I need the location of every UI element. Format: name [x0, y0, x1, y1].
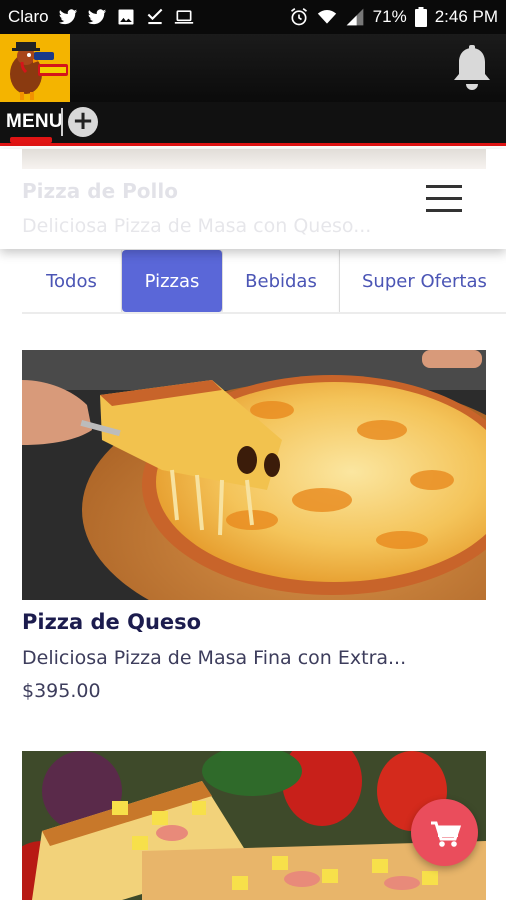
product-image[interactable] [22, 350, 486, 600]
sticky-product-title: Pizza de Pollo [22, 179, 178, 203]
alarm-icon [290, 8, 307, 26]
laptop-icon [174, 10, 193, 24]
app-header [0, 34, 506, 102]
carrier-label: Claro [8, 7, 49, 26]
shopping-cart-icon [431, 821, 462, 847]
twitter-icon [58, 9, 77, 25]
sticky-product-card[interactable]: Pizza de Pollo Deliciosa Pizza de Masa c… [0, 149, 506, 249]
product-description: Deliciosa Pizza de Masa Fina con Extra..… [22, 647, 407, 669]
menu-divider [61, 108, 63, 136]
download-done-icon [147, 8, 163, 25]
category-tabs: Todos Pizzas Bebidas Super Ofertas [22, 250, 506, 314]
tab-todos[interactable]: Todos [22, 250, 122, 312]
app-screen: Claro 71% 2:46 PM MENU + Pizza de Pollo … [0, 0, 506, 900]
turkey-logo-icon [0, 34, 70, 102]
image-icon [118, 9, 134, 25]
sticky-product-description: Deliciosa Pizza de Masa con Queso... [22, 215, 372, 237]
add-circle-button[interactable]: + [68, 107, 98, 137]
tab-pizzas[interactable]: Pizzas [122, 250, 223, 312]
menu-button[interactable]: MENU [6, 111, 63, 133]
status-bar: Claro 71% 2:46 PM [0, 0, 506, 34]
product-price: $395.00 [22, 680, 101, 702]
menu-active-indicator [10, 137, 52, 143]
signal-icon [346, 8, 363, 26]
brand-logo[interactable] [0, 34, 70, 102]
tab-bebidas[interactable]: Bebidas [223, 250, 340, 312]
wifi-icon [317, 10, 336, 24]
clock-time: 2:46 PM [434, 7, 498, 26]
cheese-pizza-image [22, 350, 486, 600]
product-name[interactable]: Pizza de Queso [22, 610, 201, 634]
bell-icon[interactable] [452, 44, 492, 92]
twitter-icon [87, 9, 106, 25]
cart-button[interactable] [411, 799, 478, 866]
hamburger-menu-icon[interactable] [426, 185, 462, 213]
battery-percent: 71% [372, 7, 407, 26]
product-thumbnail [22, 149, 486, 169]
tab-super-ofertas[interactable]: Super Ofertas [340, 250, 506, 312]
battery-icon [414, 7, 427, 27]
